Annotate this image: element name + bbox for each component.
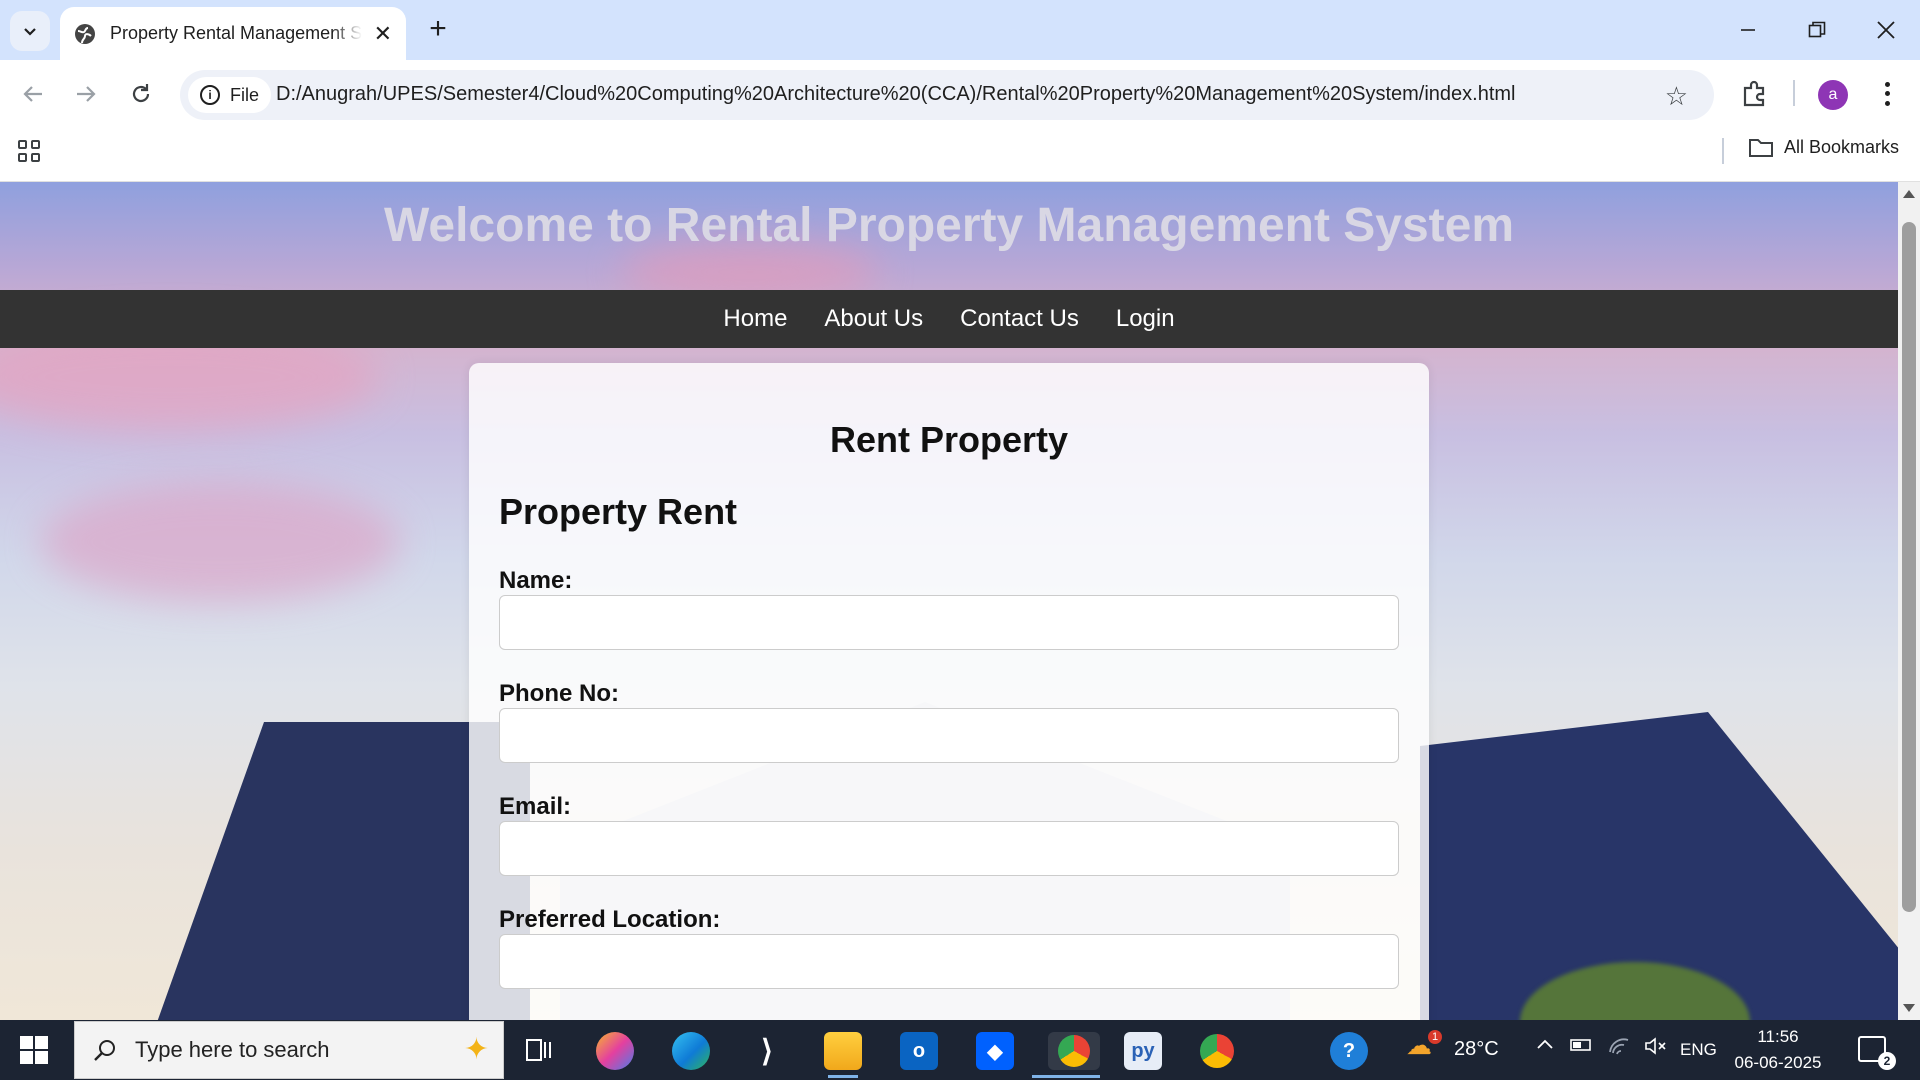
dropbox-icon[interactable]: ◆ <box>976 1032 1014 1070</box>
minimize-button[interactable] <box>1728 14 1768 46</box>
nav-contact-link[interactable]: Contact Us <box>960 305 1079 333</box>
folder-icon <box>1749 139 1773 157</box>
help-icon[interactable]: ? <box>1330 1032 1368 1070</box>
outlook-icon[interactable]: o <box>900 1032 938 1070</box>
restore-button[interactable] <box>1797 14 1837 46</box>
site-title: Welcome to Rental Property Management Sy… <box>383 199 1515 252</box>
chrome-icon[interactable] <box>1198 1032 1236 1070</box>
url-text[interactable]: D:/Anugrah/UPES/Semester4/Cloud%20Comput… <box>276 83 1516 106</box>
site-info-chip[interactable]: i File <box>188 77 272 113</box>
all-bookmarks-label: All Bookmarks <box>1784 136 1900 157</box>
volume-muted-icon[interactable] <box>1644 1036 1668 1061</box>
notifications-icon[interactable]: 2 <box>1858 1036 1896 1070</box>
bookmarks-divider <box>1722 138 1724 164</box>
profile-avatar[interactable]: a <box>1818 80 1848 110</box>
restore-icon <box>1808 21 1826 38</box>
bookmarks-bar <box>0 122 1920 182</box>
close-window-button[interactable] <box>1866 14 1906 46</box>
reload-icon <box>132 84 150 103</box>
browser-menu-icon[interactable] <box>1877 80 1897 108</box>
battery-icon[interactable] <box>1570 1036 1594 1059</box>
background-cloud <box>40 482 400 602</box>
file-explorer-active-indicator <box>828 1075 858 1078</box>
location-input[interactable] <box>499 934 1399 989</box>
site-info-label: File <box>230 84 260 105</box>
scrollbar-thumb[interactable] <box>1902 222 1916 912</box>
email-input[interactable] <box>499 821 1399 876</box>
email-label: Email: <box>499 793 572 820</box>
site-nav: Home About Us Contact Us Login <box>0 290 1898 348</box>
nav-home-link[interactable]: Home <box>723 305 787 333</box>
browser-tab-active[interactable]: Property Rental Management System ✕ <box>60 7 406 60</box>
page-scrollbar[interactable] <box>1898 182 1920 1020</box>
weather-badge: 1 <box>1428 1030 1442 1044</box>
arrow-right-icon <box>77 86 96 102</box>
back-button[interactable] <box>19 80 47 108</box>
phone-label: Phone No: <box>499 680 619 707</box>
copilot-app-icon[interactable] <box>596 1032 634 1070</box>
all-bookmarks-button[interactable]: All Bookmarks <box>1748 136 1899 158</box>
extensions-puzzle-icon[interactable] <box>1740 78 1770 108</box>
name-input[interactable] <box>499 595 1399 650</box>
reload-button[interactable] <box>127 80 155 108</box>
task-view-icon[interactable] <box>520 1032 558 1070</box>
scroll-down-arrow-icon[interactable] <box>1903 1004 1915 1012</box>
minimize-icon <box>1741 29 1755 31</box>
page-viewport: Welcome to Rental Property Management Sy… <box>0 182 1898 1020</box>
bookmark-star-icon[interactable]: ☆ <box>1665 81 1688 112</box>
rent-form-card: Rent Property Property Rent Name: Phone … <box>469 363 1429 1020</box>
name-label: Name: <box>499 567 573 594</box>
phone-input[interactable] <box>499 708 1399 763</box>
language-indicator[interactable]: ENG <box>1680 1040 1717 1060</box>
clock-date: 06-06-2025 <box>1734 1053 1822 1072</box>
wifi-icon[interactable] <box>1608 1036 1630 1061</box>
clock-time: 11:56 <box>1757 1027 1799 1046</box>
nav-about-link[interactable]: About Us <box>824 305 923 333</box>
notification-count: 2 <box>1878 1052 1896 1070</box>
new-tab-button[interactable]: + <box>424 12 452 48</box>
visual-studio-code-icon[interactable]: ⟩ <box>748 1032 786 1070</box>
taskbar-search-box[interactable]: Type here to search ✦ <box>74 1021 504 1079</box>
site-header: Welcome to Rental Property Management Sy… <box>0 182 1898 290</box>
tab-search-button[interactable] <box>10 11 50 51</box>
taskbar-clock[interactable]: 11:56 06-06-2025 <box>1730 1024 1826 1076</box>
nav-login-link[interactable]: Login <box>1116 305 1175 333</box>
file-explorer-icon[interactable] <box>824 1032 862 1070</box>
windows-start-icon[interactable] <box>20 1036 48 1064</box>
arrow-left-icon <box>23 86 42 102</box>
taskbar-search-placeholder: Type here to search <box>135 1037 330 1062</box>
chevron-down-icon <box>24 28 36 36</box>
section-title: Property Rent <box>499 491 738 532</box>
search-icon <box>94 1040 115 1061</box>
toolbar-divider <box>1793 80 1795 106</box>
chrome-profile-taskbar-icon[interactable] <box>1048 1032 1100 1070</box>
location-label: Preferred Location: <box>499 906 721 933</box>
address-bar[interactable]: i File D:/Anugrah/UPES/Semester4/Cloud%2… <box>180 70 1714 120</box>
tab-close-icon[interactable]: ✕ <box>374 21 392 47</box>
forward-button[interactable] <box>72 80 100 108</box>
python-file-icon[interactable]: py <box>1124 1032 1162 1070</box>
tab-title: Property Rental Management System <box>110 23 362 43</box>
apps-grid-icon[interactable] <box>18 140 40 162</box>
close-icon <box>1877 21 1895 39</box>
edge-browser-icon[interactable] <box>672 1032 710 1070</box>
chrome-active-indicator <box>1032 1075 1100 1078</box>
globe-icon <box>75 23 95 44</box>
info-icon: i <box>200 85 220 105</box>
copilot-sparkle-icon: ✦ <box>463 1033 489 1066</box>
card-title: Rent Property <box>829 419 1069 460</box>
show-hidden-icons-icon[interactable] <box>1536 1036 1554 1059</box>
temperature-label: 28°C <box>1454 1038 1499 1060</box>
scroll-up-arrow-icon[interactable] <box>1903 190 1915 198</box>
